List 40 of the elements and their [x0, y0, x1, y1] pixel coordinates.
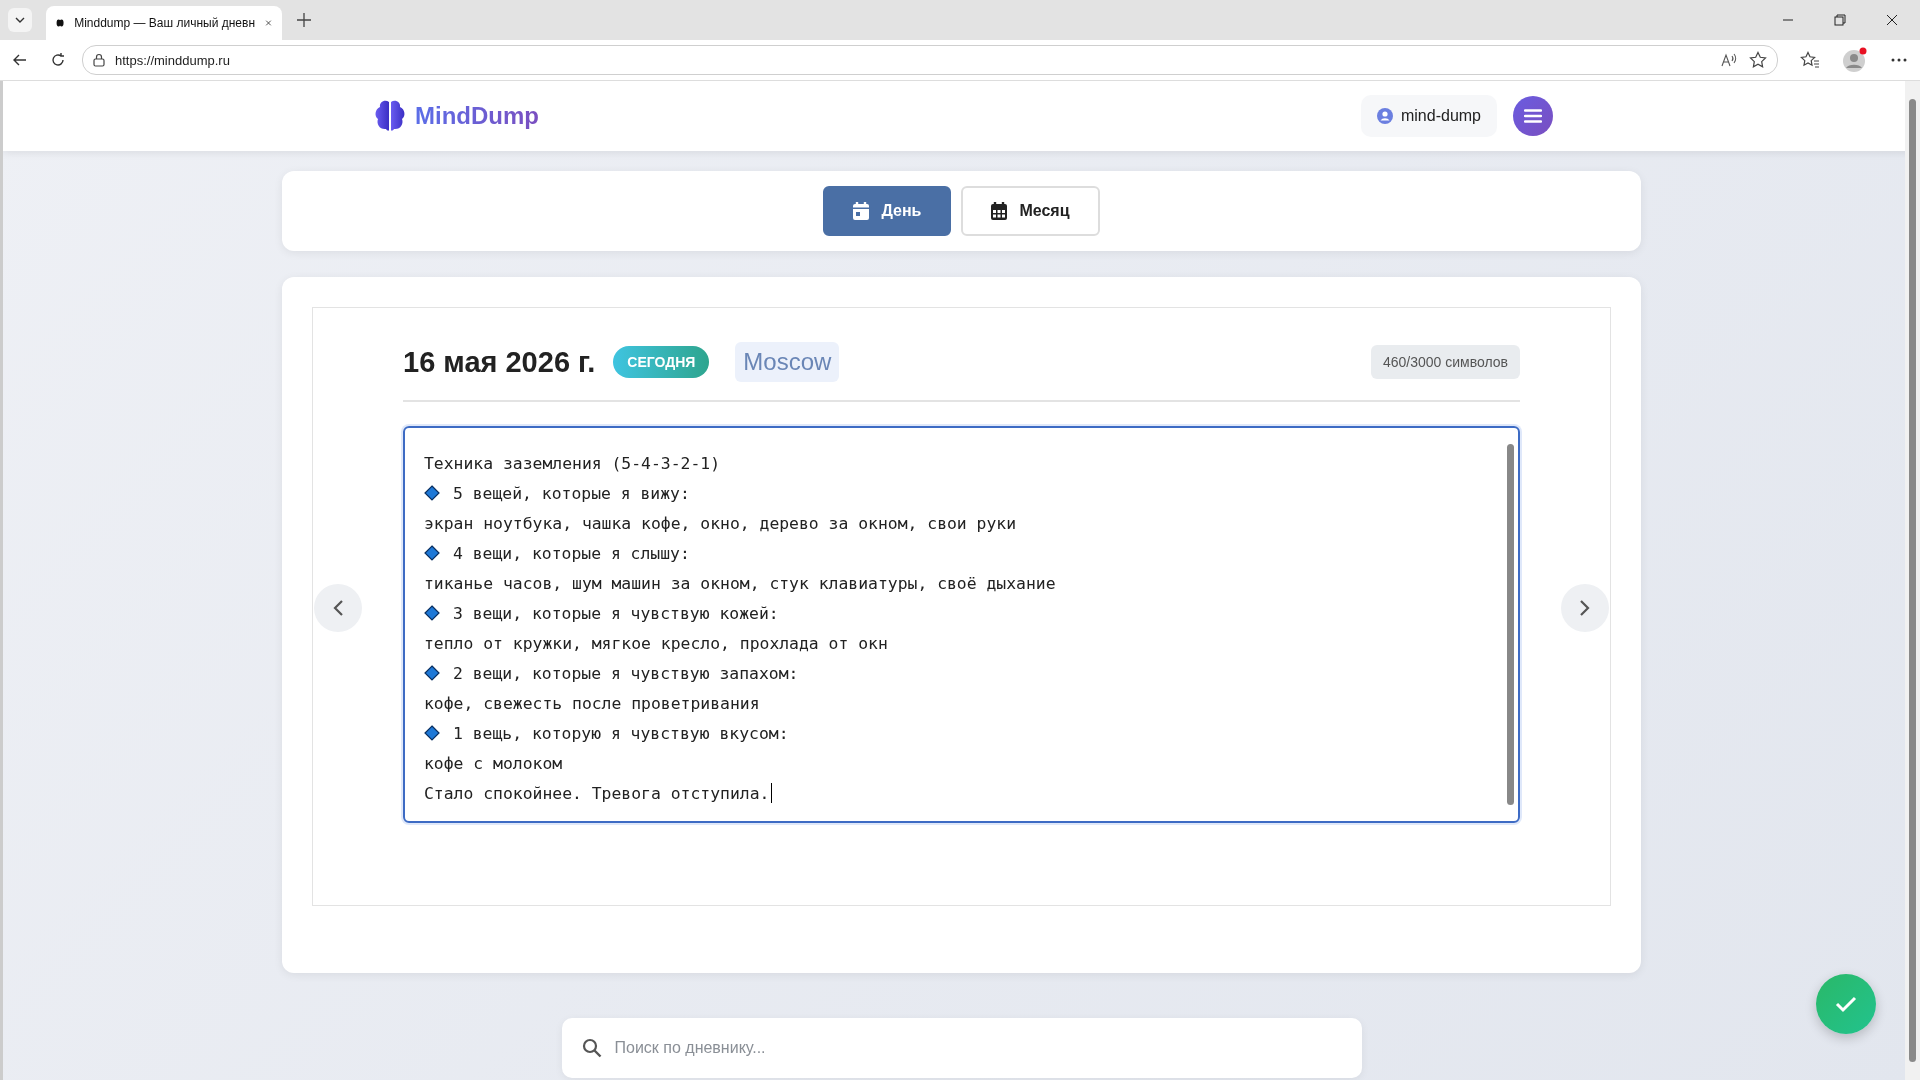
calendar-grid-icon	[991, 202, 1008, 220]
restore-icon[interactable]	[1834, 14, 1846, 26]
address-bar[interactable]: https://minddump.ru	[82, 45, 1778, 75]
star-icon[interactable]	[1749, 51, 1767, 69]
tab-list-button[interactable]	[8, 8, 32, 32]
entry-date: 16 мая 2026 г.	[403, 345, 596, 379]
view-tab[interactable]: День	[823, 186, 952, 236]
url-text: https://minddump.ru	[115, 52, 230, 68]
more-icon[interactable]	[1890, 57, 1908, 63]
chevron-right-icon	[1579, 599, 1591, 617]
menu-icon	[1524, 109, 1542, 123]
favorites-icon[interactable]	[1800, 51, 1820, 69]
profile-icon[interactable]	[1842, 47, 1868, 73]
diamond-icon	[424, 665, 440, 681]
calendar-day-icon	[853, 202, 870, 220]
city-label: Moscow	[735, 342, 840, 382]
brain-logo-icon	[373, 99, 407, 133]
diamond-icon	[424, 605, 440, 621]
back-icon[interactable]	[12, 52, 28, 68]
view-tab[interactable]: Месяц	[961, 186, 1100, 236]
user-button[interactable]: mind-dump	[1360, 95, 1497, 137]
lock-icon	[93, 53, 105, 67]
page-scrollbar[interactable]	[1905, 81, 1920, 1080]
character-counter: 460/3000 символов	[1370, 345, 1520, 379]
today-badge: СЕГОДНЯ	[613, 346, 710, 378]
new-tab-icon[interactable]	[296, 12, 312, 28]
diamond-icon	[424, 725, 440, 741]
diamond-icon	[424, 485, 440, 501]
checkmark-icon	[1835, 995, 1857, 1013]
close-window-icon[interactable]	[1886, 14, 1898, 26]
reload-icon[interactable]	[50, 52, 66, 68]
menu-button[interactable]	[1513, 96, 1553, 136]
close-icon[interactable]	[265, 17, 272, 29]
read-aloud-icon[interactable]	[1721, 52, 1739, 68]
entry-text-field[interactable]: Техника заземления (5-4-3-2-1) 5 вещей, которые я вижу: экран ноутбука, чашка кофе, окно, дерево за окном, свои руки 4 вещи, которые я слышу: тиканье часов, шум машин за окном, стук клавиатуры, своё дыхание 3 вещи, которые я чувствую кожей: тепло от кружки, мягкое кресло, прохлада от окн 2 вещи, которые я чувствую запахом: кофе, свежесть после проветривания 1 вещь, которую я чувствую вкусом: кофе с молоком Стало спокойнее. Тревога отступила.	[403, 426, 1520, 823]
diamond-icon	[424, 545, 440, 561]
search-field[interactable]: Поиск по дневнику...	[561, 1018, 1362, 1078]
chevron-left-icon	[332, 599, 344, 617]
user-icon	[1376, 108, 1393, 124]
browser-tab[interactable]: Minddump — Ваш личный дневн	[46, 6, 282, 40]
